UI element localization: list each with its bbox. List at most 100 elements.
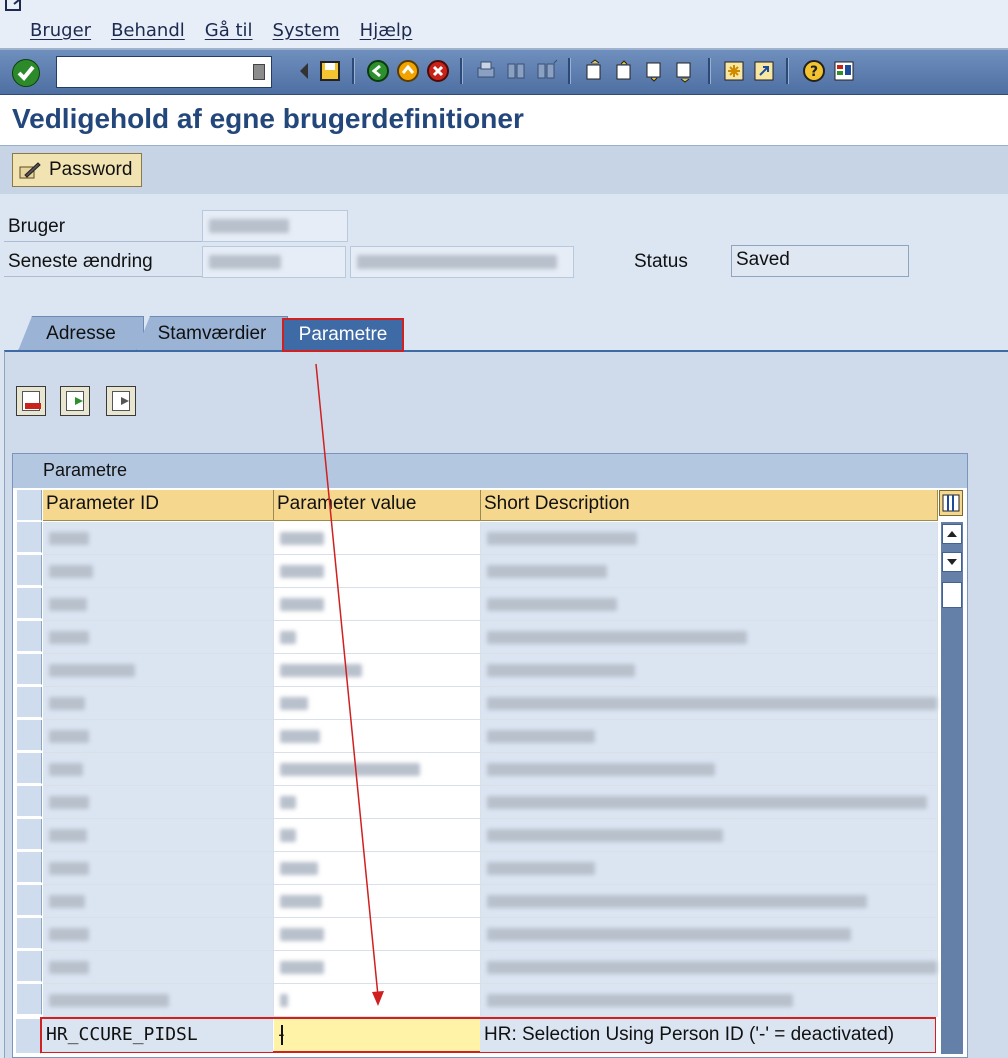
menu-hjaelp[interactable]: Hjælp xyxy=(360,20,413,41)
pencil-icon xyxy=(19,162,41,179)
next-page-icon[interactable] xyxy=(642,59,666,83)
parameter-value-cell[interactable] xyxy=(274,753,481,786)
vertical-scrollbar[interactable] xyxy=(941,522,963,1054)
row-selector[interactable] xyxy=(17,654,42,685)
parameter-id-cell xyxy=(43,819,274,852)
column-header-parameter-id-label: Parameter ID xyxy=(46,493,159,514)
last-page-icon[interactable] xyxy=(672,59,696,83)
table-title: Parametre xyxy=(43,460,128,480)
row-selector[interactable] xyxy=(17,522,42,553)
menu-bruger[interactable]: Bruger xyxy=(30,20,91,41)
parameter-value-cell[interactable] xyxy=(274,720,481,753)
back-icon[interactable] xyxy=(366,59,390,83)
details-icon[interactable] xyxy=(106,386,136,416)
customize-layout-icon[interactable] xyxy=(832,59,856,83)
toolbar-separator xyxy=(708,58,711,84)
system-menu-icon[interactable] xyxy=(4,0,26,14)
parameter-value-cell[interactable] xyxy=(274,621,481,654)
short-description-cell xyxy=(481,984,938,1017)
column-header-parameter-id[interactable]: Parameter ID xyxy=(43,490,274,521)
parameter-value-cell[interactable] xyxy=(274,918,481,951)
previous-page-icon[interactable] xyxy=(612,59,636,83)
parameter-value-cell[interactable] xyxy=(274,951,481,984)
row-selector[interactable] xyxy=(16,1019,41,1054)
redacted-value xyxy=(49,598,87,611)
parameter-value-cell[interactable] xyxy=(274,786,481,819)
find-icon[interactable] xyxy=(504,59,528,83)
new-session-icon[interactable] xyxy=(722,59,746,83)
parameter-value-cell[interactable] xyxy=(274,984,481,1017)
scroll-up-icon[interactable] xyxy=(942,524,962,544)
column-header-short-description[interactable]: Short Description xyxy=(481,490,938,521)
parameter-id-value: HR_CCURE_PIDSL xyxy=(46,1024,198,1045)
title-bar: Vedligehold af egne brugerdefinitioner xyxy=(0,95,1008,145)
select-all-cell[interactable] xyxy=(17,490,42,521)
redacted-value xyxy=(357,255,557,269)
exit-icon[interactable] xyxy=(396,59,420,83)
scroll-down-icon[interactable] xyxy=(942,552,962,572)
command-history-icon[interactable] xyxy=(253,64,265,80)
seneste-aendring-date-field[interactable] xyxy=(350,246,574,278)
row-selector[interactable] xyxy=(17,555,42,586)
short-description-cell xyxy=(481,885,938,918)
toolbar-separator xyxy=(786,58,789,84)
help-icon[interactable]: ? xyxy=(802,59,826,83)
row-selector[interactable] xyxy=(17,951,42,982)
row-selector[interactable] xyxy=(17,687,42,718)
parameter-id-cell xyxy=(43,984,274,1017)
first-page-icon[interactable] xyxy=(582,59,606,83)
tab-stamvaerdier[interactable]: Stamværdier xyxy=(136,316,288,351)
redacted-value xyxy=(280,796,296,809)
row-selector[interactable] xyxy=(17,621,42,652)
row-selector[interactable] xyxy=(17,984,42,1015)
row-selector[interactable] xyxy=(17,819,42,850)
parameter-value-cell[interactable] xyxy=(274,555,481,588)
row-selector[interactable] xyxy=(17,885,42,916)
redacted-value xyxy=(49,796,89,809)
row-selector[interactable] xyxy=(17,588,42,619)
column-settings-icon[interactable] xyxy=(939,490,963,516)
column-header-parameter-value[interactable]: Parameter value xyxy=(274,490,481,521)
label-underline xyxy=(4,276,204,277)
parameter-value-cell[interactable] xyxy=(274,819,481,852)
parameter-value-cell[interactable] xyxy=(274,522,481,555)
password-button[interactable]: Password xyxy=(12,153,142,187)
parametre-table: Parametre Parameter ID Parameter value S… xyxy=(12,453,968,1058)
parameter-value-cell[interactable] xyxy=(274,687,481,720)
create-shortcut-icon[interactable] xyxy=(752,59,776,83)
insert-row-icon[interactable] xyxy=(60,386,90,416)
collapse-arrow-icon[interactable] xyxy=(292,59,316,83)
bruger-field[interactable] xyxy=(202,210,348,242)
scroll-thumb[interactable] xyxy=(942,582,962,608)
parameter-value-cell[interactable] xyxy=(274,654,481,687)
parameter-value-cell[interactable] xyxy=(274,588,481,621)
seneste-aendring-user-field[interactable] xyxy=(202,246,346,278)
print-icon[interactable] xyxy=(474,59,498,83)
save-icon[interactable] xyxy=(318,59,342,83)
parameter-value-input[interactable]: - xyxy=(274,1019,480,1051)
menu-behandl[interactable]: Behandl xyxy=(111,20,185,41)
cancel-icon[interactable] xyxy=(426,59,450,83)
redacted-value xyxy=(487,796,927,809)
delete-row-icon[interactable] xyxy=(16,386,46,416)
tab-parametre[interactable]: Parametre xyxy=(282,318,404,352)
row-selector[interactable] xyxy=(17,852,42,883)
tab-stamvaerdier-label: Stamværdier xyxy=(157,323,267,344)
table-row xyxy=(43,852,938,885)
tab-adresse[interactable]: Adresse xyxy=(18,316,144,351)
row-selector[interactable] xyxy=(17,720,42,751)
parameter-value-cell[interactable] xyxy=(274,885,481,918)
menu-system[interactable]: System xyxy=(273,20,340,41)
row-selector[interactable] xyxy=(17,918,42,949)
find-next-icon[interactable] xyxy=(534,59,558,83)
enter-ok-icon[interactable] xyxy=(12,59,40,87)
redacted-value xyxy=(487,862,595,875)
row-selector[interactable] xyxy=(17,753,42,784)
application-toolbar: Password xyxy=(0,145,1008,194)
redacted-value xyxy=(49,994,169,1007)
parameter-value-cell[interactable] xyxy=(274,852,481,885)
parameter-id-cell xyxy=(43,786,274,819)
command-field[interactable] xyxy=(56,56,272,88)
menu-gaa-til[interactable]: Gå til xyxy=(205,20,253,41)
row-selector[interactable] xyxy=(17,786,42,817)
